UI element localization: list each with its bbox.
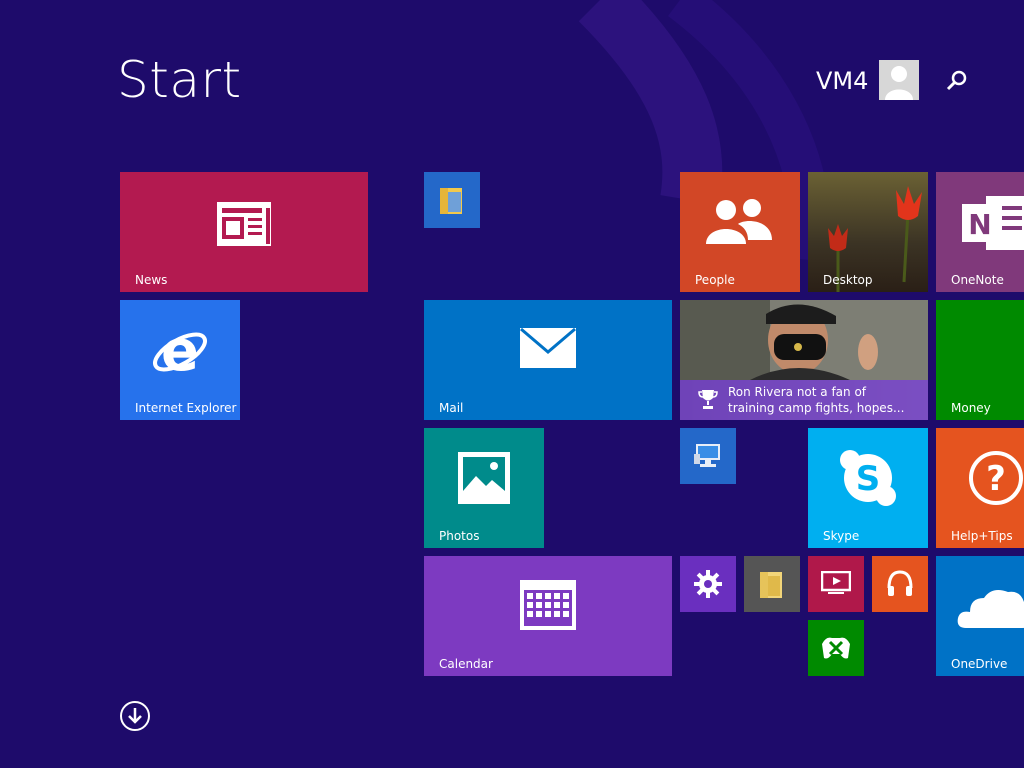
- tile-people[interactable]: People: [680, 172, 800, 292]
- tile-onenote[interactable]: N OneNote: [936, 172, 1024, 292]
- photo-icon: [458, 452, 510, 504]
- tile-mail[interactable]: Mail: [424, 300, 672, 420]
- tile-money[interactable]: Money: [936, 300, 1024, 420]
- news-icon: [217, 202, 271, 246]
- skype-icon: S: [840, 450, 896, 506]
- svg-text:S: S: [856, 459, 881, 499]
- tile-onedrive[interactable]: OneDrive: [936, 556, 1024, 676]
- video-icon: [821, 571, 851, 594]
- tile-skype[interactable]: S Skype: [808, 428, 928, 548]
- onenote-icon: N: [962, 196, 1024, 250]
- arrow-down-circle-icon: [120, 701, 150, 731]
- news-headline-line1: Ron Rivera not a fan of: [728, 385, 867, 399]
- tile-label: Money: [951, 401, 991, 415]
- news-headline: Ron Rivera not a fan of training camp fi…: [728, 384, 904, 416]
- tile-internet-explorer[interactable]: e Internet Explorer: [120, 300, 240, 420]
- tile-calendar[interactable]: Calendar: [424, 556, 672, 676]
- help-icon: ?: [969, 451, 1023, 505]
- svg-text:?: ?: [986, 459, 1006, 499]
- cloud-icon: [957, 590, 1024, 628]
- svg-text:N: N: [968, 208, 991, 241]
- calendar-icon: [520, 580, 576, 630]
- tile-label: Desktop: [823, 273, 873, 287]
- user-avatar-icon[interactable]: [879, 60, 919, 100]
- xbox-icon: [822, 637, 850, 659]
- tile-video[interactable]: [808, 556, 864, 612]
- tile-label: Internet Explorer: [135, 401, 237, 415]
- tile-label: Skype: [823, 529, 860, 543]
- tile-label: People: [695, 273, 735, 287]
- tile-help-tips[interactable]: ? Help+Tips: [936, 428, 1024, 548]
- tile-label: Mail: [439, 401, 464, 415]
- news-headline-line2: training camp fights, hopes...: [728, 401, 905, 415]
- tile-sports[interactable]: Ron Rivera not a fan of training camp fi…: [680, 300, 928, 420]
- start-title: Start: [117, 51, 242, 109]
- folder-icon: [440, 188, 462, 214]
- tile-photos[interactable]: Photos: [424, 428, 544, 548]
- tile-music[interactable]: [872, 556, 928, 612]
- all-apps-button[interactable]: [119, 700, 151, 732]
- tile-this-pc[interactable]: [680, 428, 736, 484]
- news-photo: [680, 300, 928, 380]
- tile-news[interactable]: News: [120, 172, 368, 292]
- user-name[interactable]: VM4: [816, 66, 868, 96]
- internet-explorer-icon: e: [153, 320, 207, 380]
- tile-label: OneNote: [951, 273, 1004, 287]
- folder-icon: [760, 572, 782, 598]
- search-icon: [946, 70, 967, 91]
- search-button[interactable]: [942, 66, 972, 96]
- tile-label: News: [135, 273, 168, 287]
- tile-label: Help+Tips: [951, 529, 1013, 543]
- tile-desktop[interactable]: Desktop: [808, 172, 928, 292]
- tile-label: Photos: [439, 529, 480, 543]
- headphones-icon: [887, 570, 913, 596]
- tile-file-explorer[interactable]: [744, 556, 800, 612]
- tile-games[interactable]: [808, 620, 864, 676]
- gear-icon: [694, 570, 722, 598]
- tile-file-explorer-small[interactable]: [424, 172, 480, 228]
- people-icon: [706, 199, 772, 244]
- tile-label: OneDrive: [951, 657, 1008, 671]
- trophy-icon: [698, 390, 718, 409]
- tile-settings[interactable]: [680, 556, 736, 612]
- computer-icon: [694, 444, 720, 467]
- tile-label: Calendar: [439, 657, 493, 671]
- mail-icon: [520, 328, 576, 368]
